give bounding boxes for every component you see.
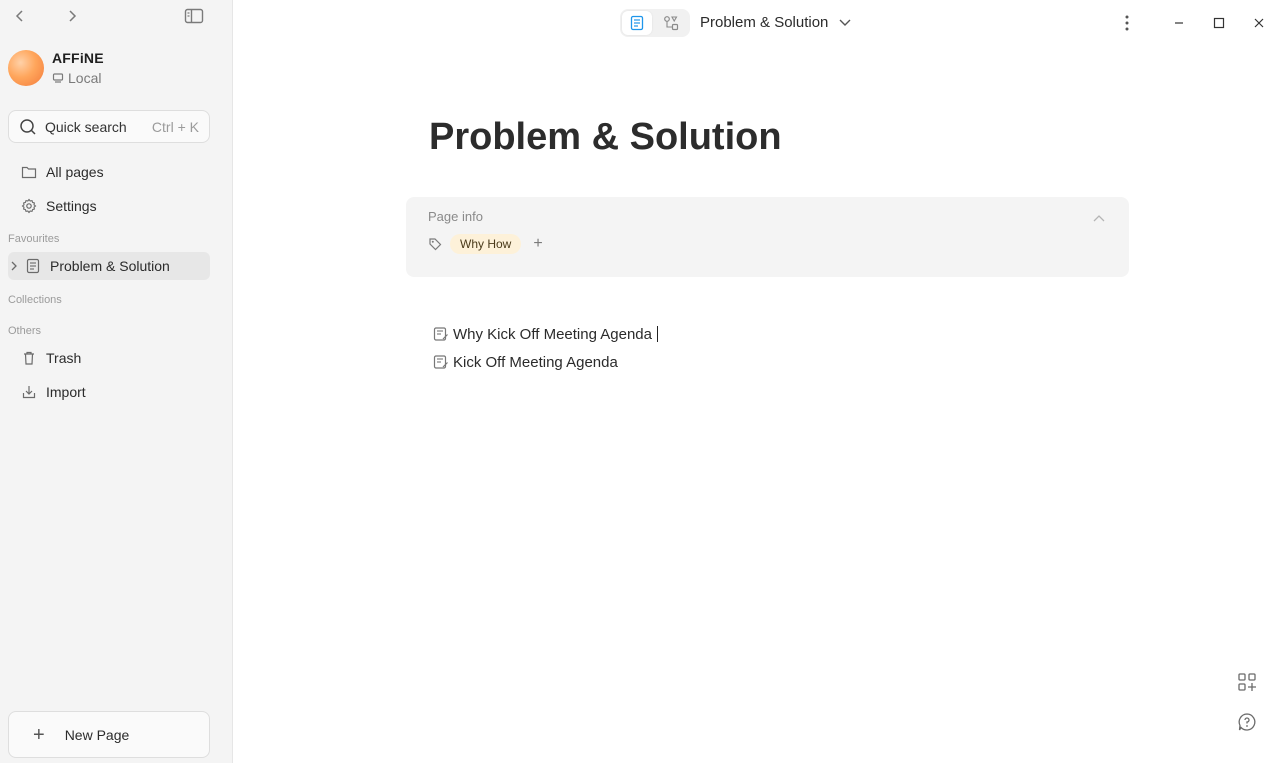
page-info-label: Page info — [428, 209, 483, 224]
apps-grid-icon[interactable] — [1237, 672, 1257, 697]
section-collections: Collections — [8, 294, 62, 306]
chevron-right-icon[interactable] — [10, 261, 20, 271]
sidebar-item-all-pages[interactable]: All pages — [8, 158, 210, 186]
workspace-switcher[interactable]: AFFiNE Local — [8, 50, 104, 86]
quick-search-label: Quick search — [45, 118, 127, 135]
sidebar-item-label: Settings — [46, 198, 97, 214]
trash-icon — [20, 349, 38, 367]
linked-page-icon — [433, 326, 449, 342]
gear-icon — [20, 197, 38, 215]
sidebar: AFFiNE Local Quick search Ctrl + K All p… — [0, 0, 232, 763]
text-cursor — [657, 326, 658, 342]
workspace-name: AFFiNE — [52, 50, 104, 66]
workspace-avatar — [8, 50, 44, 86]
page-mode-icon[interactable] — [622, 11, 652, 35]
section-others: Others — [8, 325, 42, 337]
page-icon — [24, 257, 42, 275]
linked-page-label: Why Kick Off Meeting Agenda — [453, 325, 652, 343]
main-editor: Problem & Solution Problem & Solution Pa… — [232, 0, 1280, 763]
sidebar-item-label: Trash — [46, 350, 82, 366]
help-icon[interactable] — [1237, 712, 1257, 737]
tags-row: Why How + — [428, 234, 543, 254]
sidebar-item-settings[interactable]: Settings — [8, 192, 210, 220]
local-storage-icon — [52, 72, 64, 84]
tag-chip[interactable]: Why How — [450, 234, 522, 254]
import-icon — [20, 383, 38, 401]
add-tag-icon[interactable]: + — [533, 236, 542, 252]
sidebar-item-trash[interactable]: Trash — [8, 344, 210, 372]
search-icon — [19, 118, 37, 136]
section-favourites: Favourites — [8, 233, 60, 245]
forward-arrow-icon[interactable] — [62, 6, 82, 26]
maximize-icon[interactable] — [1209, 13, 1229, 33]
workspace-location: Local — [52, 70, 104, 86]
new-page-label: New Page — [64, 726, 130, 743]
chevron-down-icon — [838, 18, 852, 28]
mode-switch — [620, 9, 690, 37]
doc-title-dropdown[interactable]: Problem & Solution — [700, 14, 852, 31]
linked-page[interactable]: Kick Off Meeting Agenda — [433, 348, 658, 376]
folder-icon — [20, 163, 38, 181]
new-page-button[interactable]: + New Page — [8, 711, 210, 758]
edgeless-mode-icon[interactable] — [656, 11, 686, 35]
chevron-up-icon[interactable] — [1093, 209, 1105, 227]
linked-page[interactable]: Why Kick Off Meeting Agenda — [433, 320, 658, 348]
page-info-panel: Page info Why How + — [406, 197, 1129, 277]
page-title[interactable]: Problem & Solution — [429, 116, 782, 159]
linked-page-icon — [433, 354, 449, 370]
top-bar: Problem & Solution — [233, 0, 1280, 48]
more-options-icon[interactable] — [1117, 13, 1137, 33]
linked-pages-list: Why Kick Off Meeting Agenda Kick Off Mee… — [433, 320, 658, 376]
sidebar-item-favourite-page[interactable]: Problem & Solution — [8, 252, 210, 280]
tag-icon — [428, 237, 442, 251]
quick-search-button[interactable]: Quick search Ctrl + K — [8, 110, 210, 143]
minimize-icon[interactable] — [1169, 13, 1189, 33]
sidebar-item-import[interactable]: Import — [8, 378, 210, 406]
workspace-location-label: Local — [68, 70, 102, 86]
doc-title-label: Problem & Solution — [700, 14, 829, 31]
sidebar-item-label: Problem & Solution — [50, 258, 170, 274]
plus-icon: + — [33, 723, 45, 746]
linked-page-label: Kick Off Meeting Agenda — [453, 353, 618, 371]
sidebar-item-label: Import — [46, 384, 86, 400]
sidebar-toggle-icon[interactable] — [184, 6, 204, 26]
back-arrow-icon[interactable] — [10, 6, 30, 26]
history-nav — [10, 6, 82, 26]
close-icon[interactable] — [1249, 13, 1269, 33]
quick-search-shortcut: Ctrl + K — [151, 118, 199, 135]
sidebar-item-label: All pages — [46, 164, 104, 180]
